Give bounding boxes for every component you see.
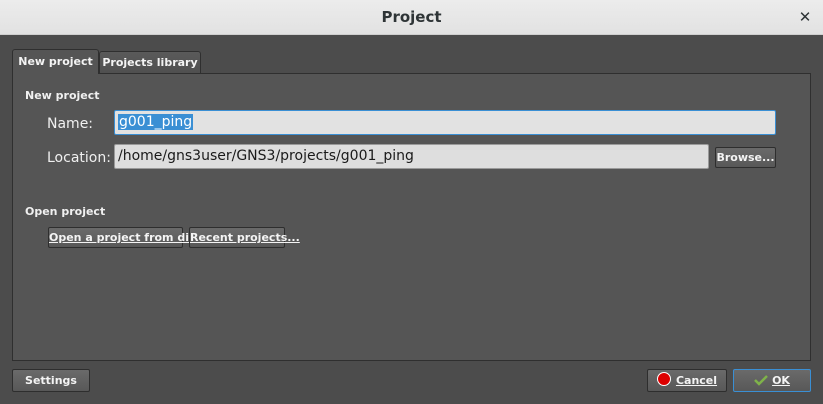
title-bar: Project ✕ <box>0 0 823 35</box>
ok-button[interactable]: OK <box>733 369 811 392</box>
ok-check-icon <box>754 375 768 386</box>
tab-new-project[interactable]: New project <box>12 49 99 74</box>
cancel-label: Cancel <box>675 374 718 387</box>
new-project-section-label: New project <box>25 89 100 102</box>
name-label: Name: <box>47 116 94 132</box>
open-from-disk-label: Open a project from disk <box>49 231 203 244</box>
name-input[interactable]: g001_ping <box>114 110 776 135</box>
name-input-value: g001_ping <box>118 114 194 130</box>
browse-button[interactable]: Browse... <box>715 147 776 168</box>
location-label: Location: <box>47 150 111 166</box>
settings-button[interactable]: Settings <box>12 369 90 392</box>
recent-projects-button[interactable]: Recent projects... <box>189 227 300 248</box>
tab-projects-library[interactable]: Projects library <box>99 51 201 73</box>
open-project-section-label: Open project <box>25 205 106 218</box>
window-title: Project <box>381 8 442 26</box>
cancel-button[interactable]: Cancel <box>647 369 727 392</box>
recent-projects-label: Recent projects... <box>190 231 300 244</box>
close-icon[interactable]: ✕ <box>797 9 813 25</box>
tab-panel-new-project: New project Name: g001_ping Location: /h… <box>12 73 811 361</box>
ok-label: OK <box>772 374 790 387</box>
cancel-icon <box>656 372 671 386</box>
open-from-disk-button[interactable]: Open a project from disk <box>48 227 203 248</box>
location-input[interactable]: /home/gns3user/GNS3/projects/g001_ping <box>114 144 709 169</box>
